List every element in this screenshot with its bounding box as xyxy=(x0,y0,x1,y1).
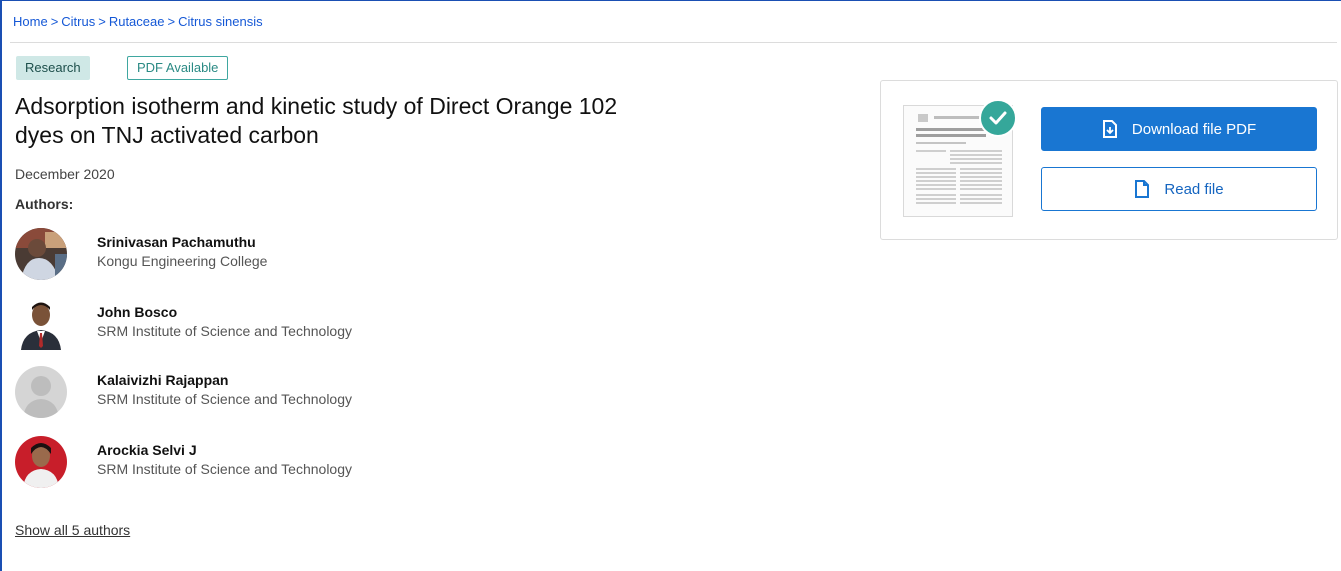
download-pdf-button[interactable]: Download file PDF xyxy=(1041,107,1317,151)
pdf-card: Download file PDF Read file xyxy=(880,80,1338,240)
authors-heading: Authors: xyxy=(15,196,74,212)
breadcrumb-divider xyxy=(10,42,1337,43)
pdf-available-badge: PDF Available xyxy=(127,56,229,80)
research-badge: Research xyxy=(16,56,90,80)
show-all-authors-link[interactable]: Show all 5 authors xyxy=(15,522,130,538)
author-item[interactable]: Srinivasan Pachamuthu Kongu Engineering … xyxy=(15,228,615,280)
file-icon xyxy=(1134,180,1150,198)
breadcrumb-citrus-sinensis[interactable]: Citrus sinensis xyxy=(178,14,263,29)
author-name[interactable]: Srinivasan Pachamuthu xyxy=(97,234,256,250)
author-item[interactable]: Kalaivizhi Rajappan SRM Institute of Sci… xyxy=(15,366,615,418)
breadcrumb-home[interactable]: Home xyxy=(13,14,48,29)
page-title: Adsorption isotherm and kinetic study of… xyxy=(15,92,835,150)
author-name[interactable]: Kalaivizhi Rajappan xyxy=(97,372,228,388)
avatar[interactable] xyxy=(15,228,67,280)
download-file-icon xyxy=(1102,120,1118,138)
check-icon xyxy=(979,99,1017,137)
breadcrumb: Home > Citrus > Rutaceae > Citrus sinensis xyxy=(13,14,263,29)
author-institution: SRM Institute of Science and Technology xyxy=(97,323,353,339)
author-institution: Kongu Engineering College xyxy=(97,253,268,269)
read-file-label: Read file xyxy=(1164,180,1224,198)
author-item[interactable]: Arockia Selvi J SRM Institute of Science… xyxy=(15,436,615,488)
avatar[interactable] xyxy=(15,436,67,488)
breadcrumb-rutaceae[interactable]: Rutaceae xyxy=(109,14,165,29)
title-line-1: Adsorption isotherm and kinetic study of… xyxy=(15,93,618,119)
author-institution: SRM Institute of Science and Technology xyxy=(97,391,353,407)
read-file-button[interactable]: Read file xyxy=(1041,167,1317,211)
breadcrumb-separator: > xyxy=(167,14,176,29)
breadcrumb-separator: > xyxy=(98,14,106,29)
breadcrumb-separator: > xyxy=(50,14,59,29)
avatar[interactable] xyxy=(15,298,67,350)
author-name[interactable]: Arockia Selvi J xyxy=(97,442,197,458)
avatar[interactable] xyxy=(15,366,67,418)
download-pdf-label: Download file PDF xyxy=(1131,120,1257,138)
title-line-2: dyes on TNJ activated carbon xyxy=(15,122,319,148)
author-item[interactable]: John Bosco SRM Institute of Science and … xyxy=(15,298,615,350)
author-name[interactable]: John Bosco xyxy=(97,304,177,320)
author-institution: SRM Institute of Science and Technology xyxy=(97,461,353,477)
breadcrumb-citrus[interactable]: Citrus xyxy=(61,14,95,29)
publication-date: December 2020 xyxy=(15,166,115,182)
